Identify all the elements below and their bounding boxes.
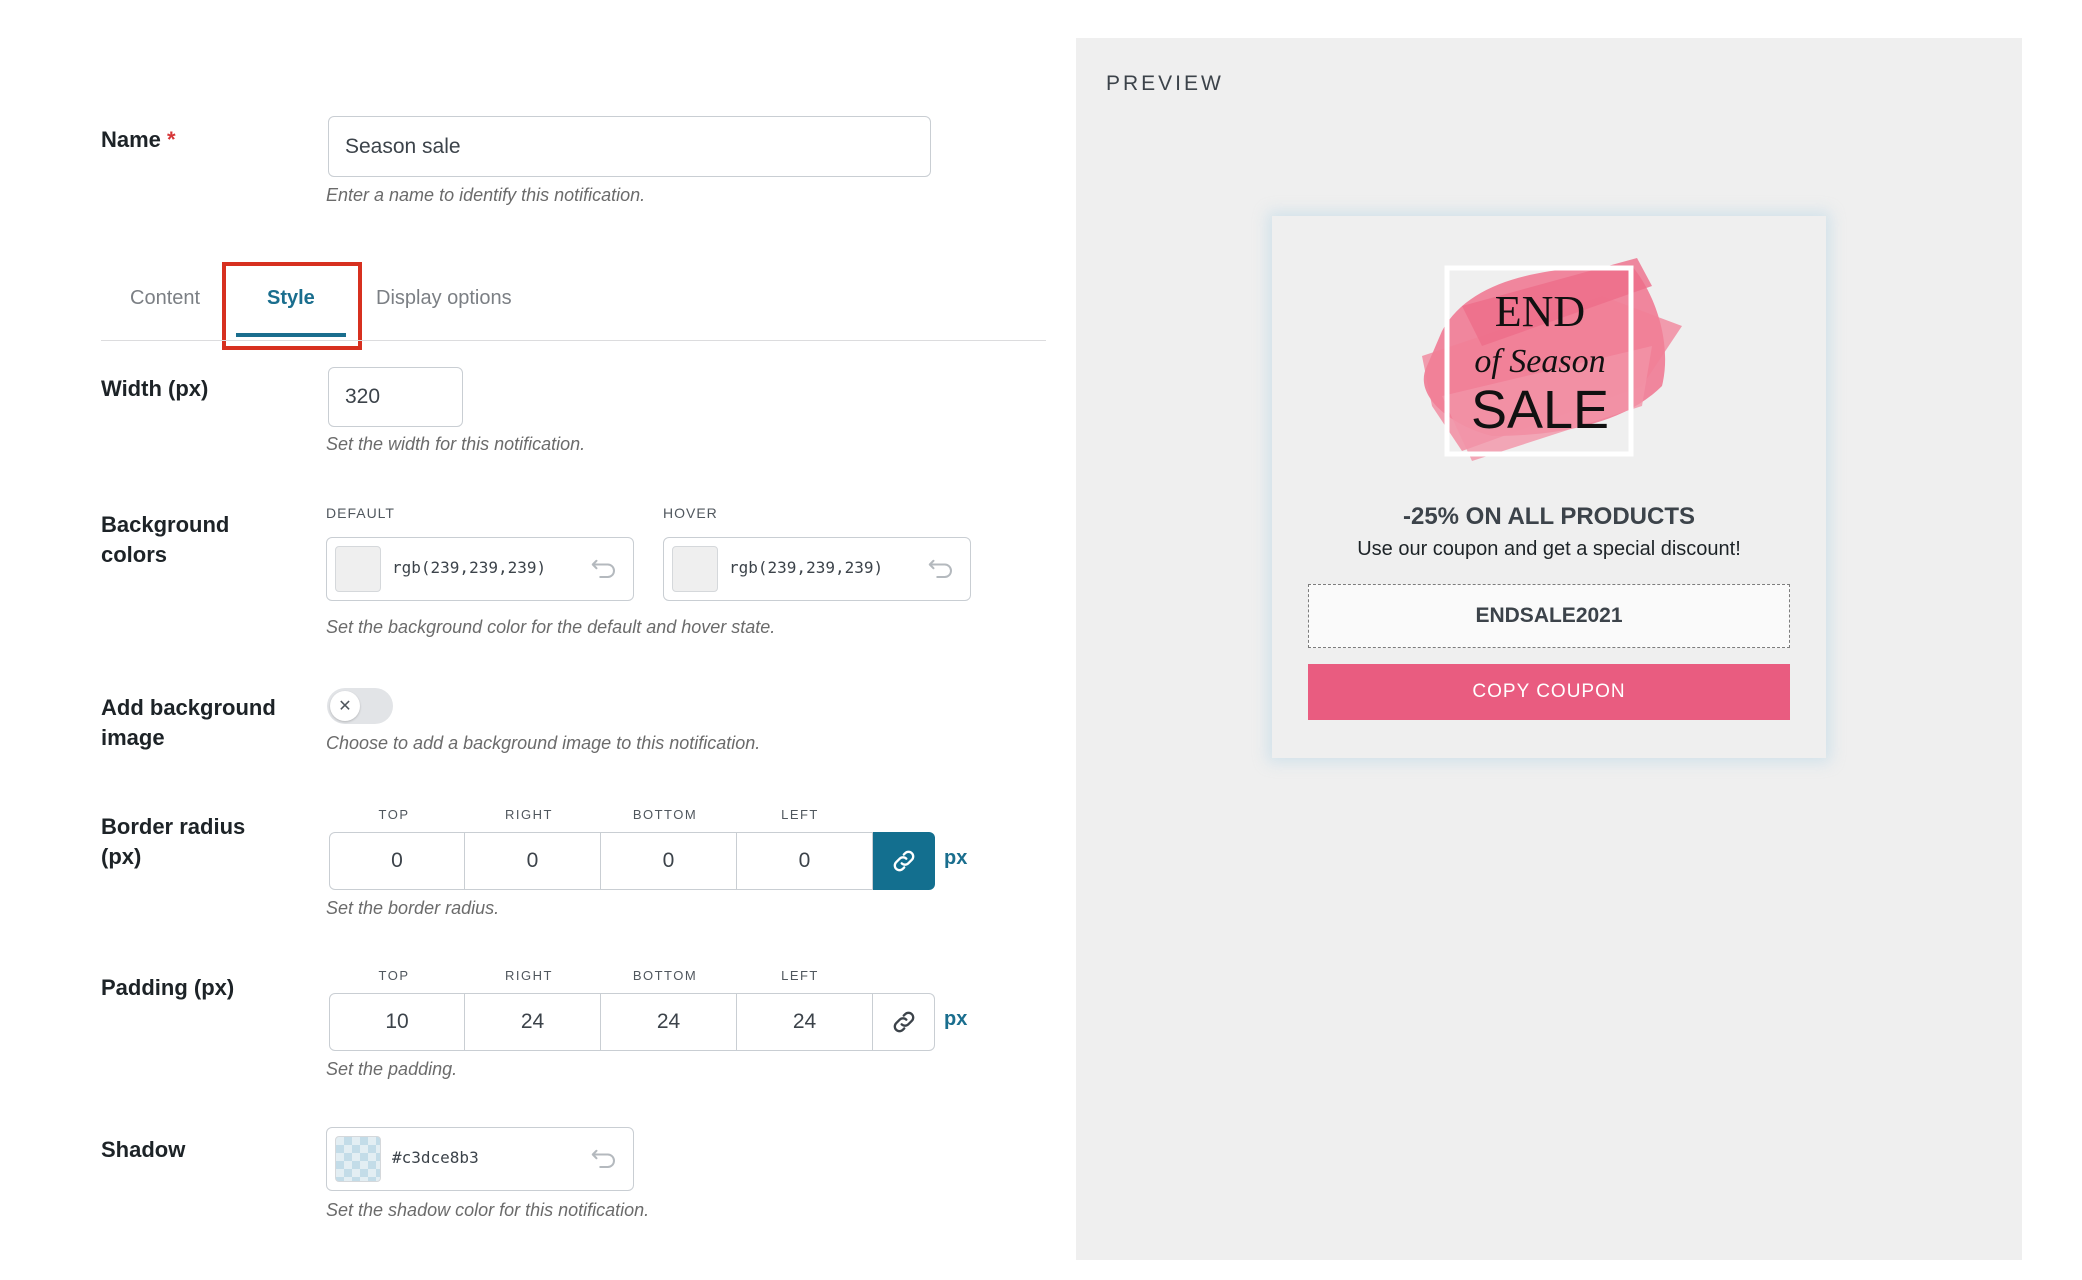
default-color-value: rgb(239,239,239) (392, 558, 547, 577)
radius-bottom-input[interactable]: 0 (601, 832, 737, 890)
toggle-off-icon: ✕ (330, 691, 360, 721)
tab-content[interactable]: Content (130, 287, 200, 310)
default-color-label: DEFAULT (326, 505, 395, 521)
radius-right-input[interactable]: 0 (465, 832, 601, 890)
padding-top-input[interactable]: 10 (329, 993, 465, 1051)
name-label: Name * (101, 127, 176, 152)
padding-bottom-input[interactable]: 24 (601, 993, 737, 1051)
logo-line3: SALE (1471, 380, 1609, 440)
radius-right-label: RIGHT (505, 807, 553, 822)
border-radius-inputs: 0 0 0 0 (329, 832, 935, 890)
undo-icon[interactable] (926, 552, 956, 582)
border-radius-help: Set the border radius. (326, 898, 500, 918)
card-subtitle: Use our coupon and get a special discoun… (1357, 538, 1741, 560)
default-color-swatch[interactable] (335, 546, 381, 592)
bg-image-label: Add background image (101, 695, 276, 750)
tabs-divider (101, 340, 1046, 341)
shadow-label: Shadow (101, 1137, 186, 1162)
bg-image-toggle[interactable]: ✕ (327, 688, 393, 724)
radius-bottom-label: BOTTOM (632, 807, 698, 822)
preview-heading: PREVIEW (1106, 72, 1224, 95)
width-help: Set the width for this notification. (326, 434, 586, 454)
radius-top-input[interactable]: 0 (329, 832, 465, 890)
notification-card: END of Season SALE -25% ON ALL PRODUCTS … (1272, 216, 1826, 758)
padding-label: Padding (px) (101, 975, 235, 1000)
sale-logo-image: END of Season SALE (1422, 258, 1682, 461)
name-help: Enter a name to identify this notificati… (326, 185, 646, 205)
shadow-color-value: #c3dce8b3 (392, 1148, 479, 1167)
border-radius-label: Border radius (px) (101, 814, 246, 869)
padding-right-input[interactable]: 24 (465, 993, 601, 1051)
name-input[interactable]: Season sale (328, 116, 931, 177)
logo-line1: END (1495, 287, 1585, 336)
width-label: Width (px) (101, 376, 209, 401)
copy-coupon-button[interactable]: COPY COUPON (1308, 664, 1790, 720)
width-input[interactable]: 320 (328, 367, 463, 427)
padding-unit[interactable]: px (944, 1008, 967, 1031)
required-marker: * (167, 127, 176, 152)
undo-icon[interactable] (589, 1142, 619, 1172)
shadow-help: Set the shadow color for this notificati… (326, 1200, 650, 1220)
logo-line2: of Season (1474, 343, 1605, 380)
hover-color-label: HOVER (663, 505, 718, 521)
radius-left-input[interactable]: 0 (737, 832, 873, 890)
coupon-code[interactable]: ENDSALE2021 (1308, 584, 1790, 648)
bg-colors-label: Background colors (101, 512, 230, 567)
hover-color-field[interactable]: rgb(239,239,239) (663, 537, 971, 601)
shadow-color-swatch[interactable] (335, 1136, 381, 1182)
padding-left-label: LEFT (781, 968, 819, 983)
tab-display-options[interactable]: Display options (376, 287, 512, 310)
link-icon (893, 1011, 914, 1033)
radius-left-label: LEFT (781, 807, 819, 822)
radius-top-label: TOP (378, 807, 410, 822)
link-icon (893, 850, 915, 872)
preview-panel: PREVIEW END of Season SALE -25% ON ALL P… (1076, 38, 2022, 1260)
hover-color-swatch[interactable] (672, 546, 718, 592)
hover-color-value: rgb(239,239,239) (729, 558, 884, 577)
padding-left-input[interactable]: 24 (737, 993, 873, 1051)
bg-image-help: Choose to add a background image to this… (326, 733, 761, 753)
padding-link-button[interactable] (873, 993, 935, 1051)
highlight-box (222, 262, 362, 350)
radius-link-button[interactable] (873, 832, 935, 890)
default-color-field[interactable]: rgb(239,239,239) (326, 537, 634, 601)
padding-bottom-label: BOTTOM (632, 968, 698, 983)
padding-right-label: RIGHT (505, 968, 553, 983)
padding-help: Set the padding. (326, 1059, 458, 1079)
undo-icon[interactable] (589, 552, 619, 582)
card-title: -25% ON ALL PRODUCTS (1402, 503, 1696, 530)
radius-unit[interactable]: px (944, 847, 967, 870)
bg-colors-help: Set the background color for the default… (326, 617, 776, 637)
shadow-color-field[interactable]: #c3dce8b3 (326, 1127, 634, 1191)
padding-top-label: TOP (378, 968, 410, 983)
padding-inputs: 10 24 24 24 (329, 993, 935, 1051)
